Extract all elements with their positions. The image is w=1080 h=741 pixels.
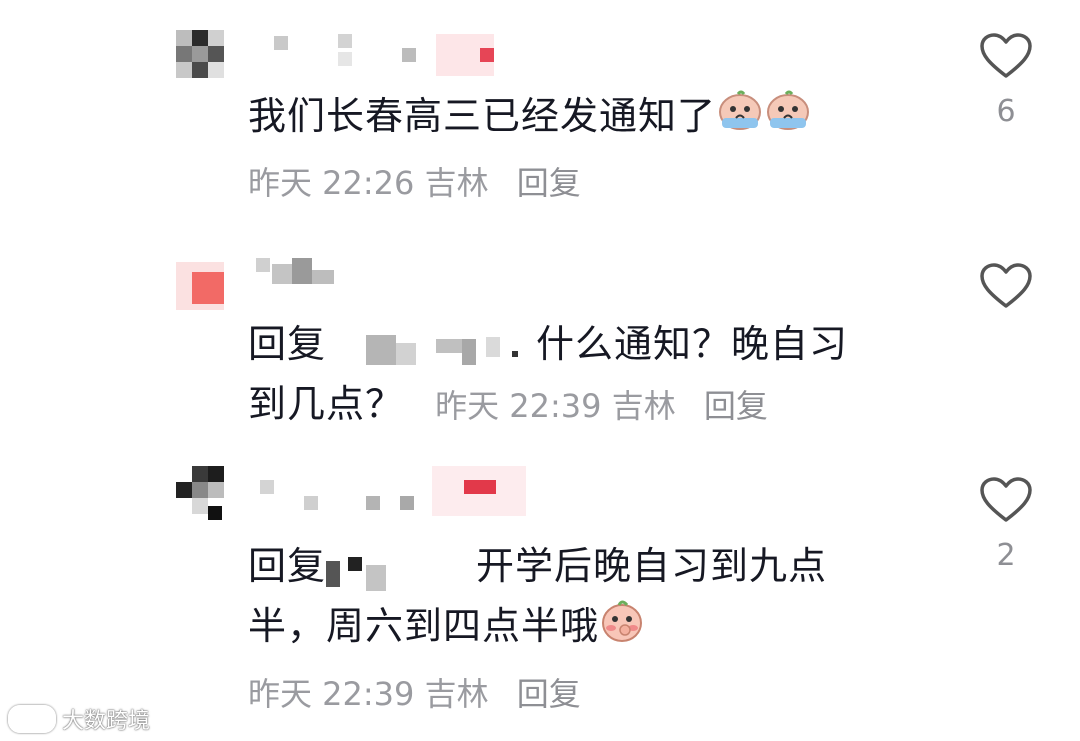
heart-icon <box>980 263 1032 308</box>
comment-text: 回复 开学后晚自习到九点 半，周六到四点半哦 昨天 22:39 吉林 回复 <box>248 536 908 724</box>
comment-meta: 昨天 22:39 吉林 回复 <box>248 664 908 724</box>
mentioned-user-blurred <box>326 547 476 591</box>
location: 吉林 <box>611 387 676 425</box>
comment-text: 我们长春高三已经发通知了 昨天 22:26 吉林 回复 <box>248 86 908 213</box>
location: 吉林 <box>424 164 489 202</box>
avatar[interactable] <box>176 262 240 312</box>
username-blurred[interactable] <box>256 254 346 304</box>
comment-content: 什么通知？晚自习 <box>536 322 849 366</box>
like-button[interactable]: 6 <box>972 32 1040 129</box>
comment-text: 回复 什么通知？晚自习 到几点？ 昨天 22:39 吉林 回复 <box>248 314 908 436</box>
comment-meta: 昨天 22:39 吉林 回复 <box>435 387 768 425</box>
avatar[interactable] <box>176 466 240 520</box>
comment-content-line2: 到几点？ <box>248 382 405 426</box>
comment-content: 开学后晚自习到九点 <box>476 544 828 588</box>
timestamp: 昨天 22:39 <box>435 387 602 425</box>
timestamp: 昨天 22:39 <box>248 675 415 713</box>
timestamp: 昨天 22:26 <box>248 164 415 202</box>
reply-prefix: 回复 <box>248 322 327 366</box>
like-count: 6 <box>996 94 1016 129</box>
comment-content: 我们长春高三已经发通知了 <box>248 94 717 138</box>
crying-face-emoji <box>764 88 812 149</box>
like-button[interactable] <box>972 262 1040 324</box>
heart-icon <box>980 477 1032 522</box>
reply-button[interactable]: 回复 <box>517 164 581 202</box>
watermark: 大数跨境 <box>8 703 150 735</box>
reply-button[interactable]: 回复 <box>517 675 581 713</box>
reply-prefix: 回复 <box>248 544 327 588</box>
crying-face-emoji <box>716 88 764 149</box>
watermark-logo-icon <box>8 705 56 733</box>
avatar[interactable] <box>176 30 240 80</box>
username-blurred[interactable] <box>256 466 528 516</box>
mentioned-user-blurred <box>326 325 536 369</box>
reply-button[interactable]: 回复 <box>704 387 768 425</box>
shy-face-emoji <box>599 597 645 660</box>
comment-meta: 昨天 22:26 吉林 回复 <box>248 153 908 213</box>
watermark-text: 大数跨境 <box>62 709 151 734</box>
like-button[interactable]: 2 <box>972 476 1040 573</box>
heart-icon <box>980 33 1032 78</box>
location: 吉林 <box>424 675 489 713</box>
username-blurred[interactable] <box>270 30 530 80</box>
like-count: 2 <box>996 538 1016 573</box>
comment-content-line2: 半，周六到四点半哦 <box>248 604 600 648</box>
